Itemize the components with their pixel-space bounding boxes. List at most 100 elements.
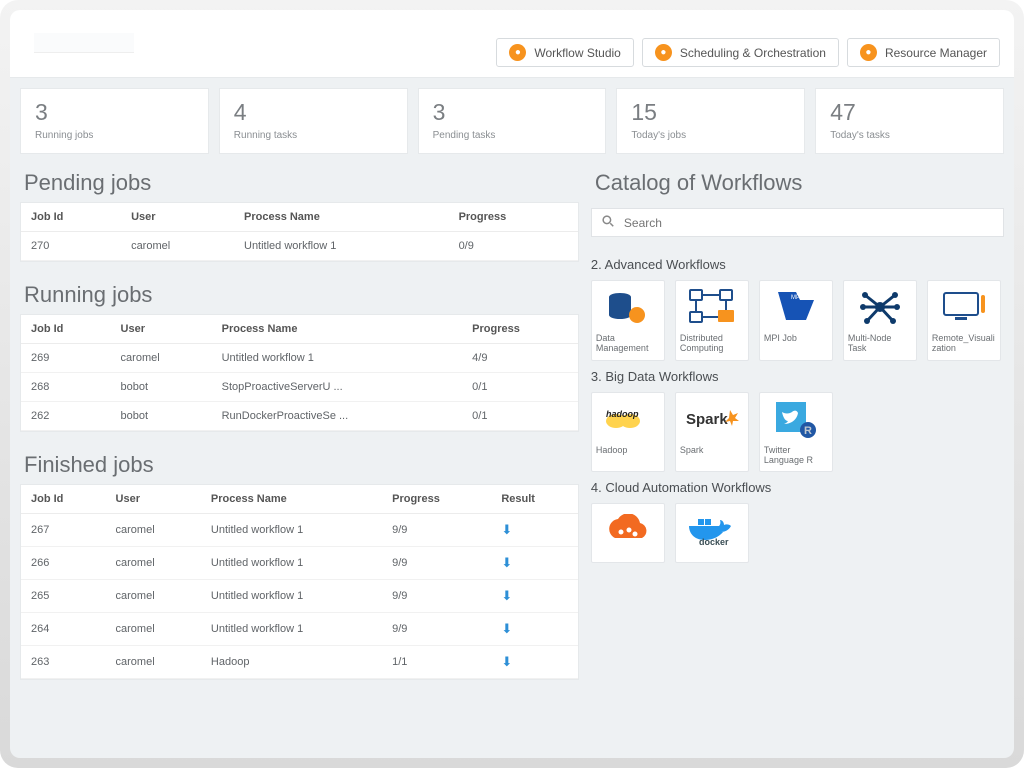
col-jobid: Job Id <box>21 485 106 514</box>
catalog-card[interactable] <box>591 503 665 563</box>
col-process: Process Name <box>234 203 449 232</box>
stat-card: 4Running tasks <box>219 88 408 154</box>
search-icon <box>602 215 614 230</box>
download-icon[interactable]: ⬇ <box>501 654 512 669</box>
catalog-title: Catalog of Workflows <box>591 166 1004 202</box>
cell-user: caromel <box>106 613 201 646</box>
stat-value: 3 <box>35 99 194 126</box>
catalog-card[interactable]: SparkSpark <box>675 392 749 473</box>
cell-process: Untitled workflow 1 <box>201 580 382 613</box>
catalog-card[interactable]: hadoopHadoop <box>591 392 665 473</box>
cell-id: 270 <box>21 232 121 261</box>
workflow-studio-icon: ● <box>509 44 526 61</box>
mpi-icon: MPI <box>766 287 826 327</box>
col-process: Process Name <box>212 315 463 344</box>
download-icon[interactable]: ⬇ <box>501 522 512 537</box>
cell-progress: 0/1 <box>462 402 578 431</box>
download-icon[interactable]: ⬇ <box>501 621 512 636</box>
table-row[interactable]: 262bobotRunDockerProactiveSe ...0/1 <box>21 402 578 431</box>
catalog-card-label: Remote_Visualization <box>932 333 996 354</box>
cell-process: Untitled workflow 1 <box>201 547 382 580</box>
catalog-search-input[interactable] <box>624 216 993 230</box>
table-row[interactable]: 264caromelUntitled workflow 19/9 ⬇ <box>21 613 578 646</box>
running-jobs-title: Running jobs <box>20 278 579 314</box>
cell-result[interactable]: ⬇ <box>491 613 578 646</box>
cell-id: 264 <box>21 613 106 646</box>
cell-progress: 0/9 <box>449 232 578 261</box>
cell-process: Untitled workflow 1 <box>201 613 382 646</box>
catalog-card[interactable]: Distributed Computing <box>675 280 749 361</box>
table-row[interactable]: 270caromelUntitled workflow 10/9 <box>21 232 578 261</box>
cell-result[interactable]: ⬇ <box>491 547 578 580</box>
table-row[interactable]: 266caromelUntitled workflow 19/9⬇ <box>21 547 578 580</box>
col-jobid: Job Id <box>21 203 121 232</box>
col-user: User <box>106 485 201 514</box>
remote-viz-icon <box>934 287 994 327</box>
cell-user: caromel <box>106 547 201 580</box>
cell-user: bobot <box>111 402 212 431</box>
cell-progress: 0/1 <box>462 373 578 402</box>
table-row[interactable]: 263caromelHadoop1/1⬇ <box>21 646 578 679</box>
cell-id: 268 <box>21 373 111 402</box>
cell-process: Untitled workflow 1 <box>212 344 463 373</box>
svg-text:Spark: Spark <box>686 411 728 428</box>
cell-result[interactable]: ⬇ <box>491 646 578 679</box>
cell-result[interactable]: ⬇ <box>491 580 578 613</box>
cell-progress: 9/9 <box>382 613 491 646</box>
stats-row: 3Running jobs4Running tasks3Pending task… <box>10 78 1014 160</box>
download-icon[interactable]: ⬇ <box>501 555 512 570</box>
data-management-icon <box>598 287 658 327</box>
running-jobs-table: Job Id User Process Name Progress 269car… <box>21 315 578 431</box>
table-row[interactable]: 267caromelUntitled workflow 19/9⬇ <box>21 514 578 547</box>
stat-label: Today's jobs <box>631 130 790 141</box>
cell-user: bobot <box>111 373 212 402</box>
catalog-card[interactable]: RTwitter Language R <box>759 392 833 473</box>
cell-id: 263 <box>21 646 106 679</box>
catalog-card-label: Multi-Node Task <box>848 333 912 354</box>
catalog-card[interactable]: Remote_Visualization <box>927 280 1001 361</box>
nav-label: Workflow Studio <box>534 46 620 60</box>
stat-card: 3 Running jobs <box>20 88 209 154</box>
nav-label: Scheduling & Orchestration <box>680 46 826 60</box>
cell-user: caromel <box>106 580 201 613</box>
cell-process: Untitled workflow 1 <box>201 514 382 547</box>
col-progress: Progress <box>449 203 578 232</box>
distributed-computing-icon <box>682 287 742 327</box>
catalog-search[interactable] <box>591 208 1004 237</box>
cloud-icon <box>598 510 658 550</box>
catalog-card[interactable]: docker <box>675 503 749 563</box>
finished-jobs-table: Job Id User Process Name Progress Result… <box>21 485 578 679</box>
stat-label: Running jobs <box>35 130 194 141</box>
nav-workflow-studio[interactable]: ● Workflow Studio <box>496 38 633 67</box>
cell-progress: 1/1 <box>382 646 491 679</box>
cell-process: RunDockerProactiveSe ... <box>212 402 463 431</box>
catalog-card[interactable]: MPIMPI Job <box>759 280 833 361</box>
col-jobid: Job Id <box>21 315 111 344</box>
cell-user: caromel <box>111 344 212 373</box>
catalog-card[interactable]: Multi-Node Task <box>843 280 917 361</box>
col-progress: Progress <box>462 315 578 344</box>
cell-result[interactable]: ⬇ <box>491 514 578 547</box>
table-row[interactable]: 269caromelUntitled workflow 14/9 <box>21 344 578 373</box>
catalog-section-title: 4. Cloud Automation Workflows <box>591 480 1004 495</box>
scheduling-icon: ● <box>655 44 672 61</box>
topbar: ● Workflow Studio ● Scheduling & Orchestrat… <box>10 10 1014 78</box>
col-user: User <box>121 203 234 232</box>
logo <box>34 33 134 53</box>
catalog-card-label: Distributed Computing <box>680 333 744 354</box>
svg-text:hadoop: hadoop <box>606 409 639 419</box>
catalog-card[interactable]: Data Management <box>591 280 665 361</box>
nav-resource-manager[interactable]: ●Resource Manager <box>847 38 1000 67</box>
twitter-r-icon: R <box>766 399 826 439</box>
table-row[interactable]: 265caromelUntitled workflow 19/9⬇ <box>21 580 578 613</box>
catalog-section-title: 2. Advanced Workflows <box>591 257 1004 272</box>
svg-text:MPI: MPI <box>791 295 802 301</box>
cell-process: StopProactiveServerU ... <box>212 373 463 402</box>
stat-value: 4 <box>234 99 393 126</box>
download-icon[interactable]: ⬇ <box>501 588 512 603</box>
cell-progress: 4/9 <box>462 344 578 373</box>
stat-value: 47 <box>830 99 989 126</box>
cell-id: 262 <box>21 402 111 431</box>
table-row[interactable]: 268bobotStopProactiveServerU ...0/1 <box>21 373 578 402</box>
nav-scheduling-orchestration[interactable]: ● Scheduling & Orchestration <box>642 38 839 67</box>
